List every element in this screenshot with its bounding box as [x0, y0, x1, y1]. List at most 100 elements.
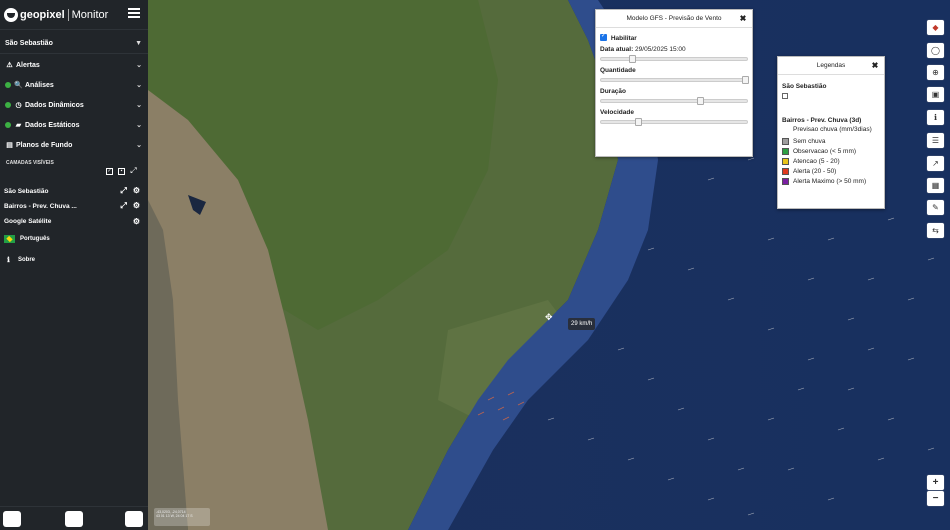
search-icon: 🔍 — [14, 82, 23, 89]
coordinate-dms: 43 01 13 W, 24 04 17 S — [156, 514, 193, 518]
sidebar: geopixel Monitor São Sebastião ▼ ⚠ Alert… — [0, 0, 148, 530]
list-icon[interactable]: ☰ — [927, 133, 944, 148]
quantity-slider[interactable] — [600, 76, 749, 84]
legend-swatch — [782, 147, 789, 155]
chevron-down-icon: ⌄ — [136, 142, 142, 149]
route-icon[interactable]: ⇆ — [927, 223, 944, 238]
brand: geopixel Monitor — [0, 0, 148, 30]
legend-item: Alerta Maximo (> 50 mm) — [782, 176, 880, 186]
folder-icon: ▰ — [15, 122, 22, 129]
select-icon[interactable]: ◯ — [927, 43, 944, 58]
current-date: Data atual: 29/05/2025 15:00 — [600, 46, 748, 53]
language-label: Português — [20, 236, 50, 242]
gear-icon[interactable]: ⚙ — [133, 186, 140, 196]
sidebar-item-analises[interactable]: 🔍 Análises ⌄ — [0, 77, 148, 93]
shapes-icon[interactable]: ◆ — [927, 20, 944, 35]
panel-header[interactable]: Modelo GFS - Previsão de Vento ✖ — [596, 10, 752, 28]
slider-handle[interactable] — [629, 55, 636, 63]
duration-slider[interactable] — [600, 97, 748, 105]
location-selector[interactable]: São Sebastião ▼ — [0, 35, 148, 51]
info-icon[interactable]: ℹ — [927, 110, 944, 125]
legend-swatch — [782, 137, 789, 145]
hamburger-menu-icon[interactable] — [128, 8, 140, 18]
image-icon[interactable]: ▣ — [927, 87, 944, 102]
sidebar-item-dados-estaticos[interactable]: ▰ Dados Estáticos ⌄ — [0, 117, 148, 133]
sidebar-item-alertas[interactable]: ⚠ Alertas ⌄ — [0, 57, 148, 73]
legend-item-label: Alerta Maximo (> 50 mm) — [793, 177, 867, 185]
zoom-extent-icon[interactable]: ⤢ — [120, 201, 126, 211]
visible-layers-tools: ✓ ▪ ⤢ — [106, 167, 137, 175]
chevron-down-icon: ⌄ — [136, 62, 142, 69]
legend-item-label: Atencao (5 - 20) — [793, 157, 840, 165]
legend-item-label: Observacao (< 5 mm) — [793, 147, 857, 155]
about-label: Sobre — [18, 257, 36, 263]
about-link[interactable]: ℹ Sobre — [4, 254, 144, 266]
quantity-label: Quantidade — [600, 67, 636, 74]
move-cursor-icon: ✥ — [545, 312, 553, 322]
gear-icon[interactable]: ⚙ — [133, 217, 140, 226]
layer-label: São Sebastião — [4, 187, 49, 195]
zoom-out-button[interactable]: − — [927, 491, 944, 506]
sidebar-item-planos-de-fundo[interactable]: ▤ Planos de Fundo ⌄ — [0, 137, 148, 153]
layer-item[interactable]: São Sebastião ⤢ ⚙ — [4, 185, 144, 197]
chart-icon[interactable]: ↗ — [927, 156, 944, 171]
brand-separator — [67, 8, 69, 21]
date-label: Data atual: — [600, 46, 634, 53]
legend-swatch — [782, 177, 789, 185]
zoom-extent-icon[interactable]: ⤢ — [120, 186, 126, 196]
wind-speed-tooltip: 29 km/h — [568, 318, 596, 330]
legend-toggle-icon[interactable]: ▪ — [118, 168, 125, 175]
legend-item: Sem chuva — [782, 136, 880, 146]
layer-label: Google Satélite — [4, 217, 52, 225]
table-icon[interactable]: ▦ — [927, 178, 944, 193]
date-slider[interactable] — [600, 55, 748, 63]
legend-subtitle: Previsao chuva (mm/3dias) — [793, 126, 872, 133]
measure-icon[interactable]: ✎ — [927, 200, 944, 215]
enable-checkbox-row[interactable]: Habilitar — [600, 32, 748, 42]
layer-item[interactable]: Google Satélite ⚙ — [4, 215, 144, 227]
slider-handle[interactable] — [742, 76, 749, 84]
speed-label: Velocidade — [600, 109, 634, 116]
panel-title: Legendas — [816, 62, 846, 69]
legend-group-title: Bairros - Prev. Chuva (3d) — [782, 117, 862, 124]
legend-item: Observacao (< 5 mm) — [782, 146, 880, 156]
sidebar-item-label: Planos de Fundo — [16, 141, 73, 149]
sidebar-item-label: Alertas — [16, 61, 40, 69]
panel-title: Modelo GFS - Previsão de Vento — [626, 15, 722, 22]
enable-label: Habilitar — [610, 35, 637, 42]
slider-handle[interactable] — [635, 118, 642, 126]
visible-layers-title: CAMADAS VISÍVEIS — [6, 160, 54, 166]
check-all-icon[interactable]: ✓ — [106, 168, 113, 175]
panel-header[interactable]: Legendas ✖ — [778, 57, 884, 75]
date-value: 29/05/2025 15:00 — [635, 46, 686, 53]
speed-slider[interactable] — [600, 118, 748, 126]
chevron-down-icon: ▼ — [135, 39, 142, 47]
status-dot — [5, 102, 11, 108]
location-label: São Sebastião — [5, 39, 53, 47]
chevron-down-icon: ⌄ — [136, 122, 142, 129]
partner-logo-icon[interactable] — [65, 511, 83, 527]
duration-label: Duração — [600, 88, 627, 95]
coordinate-readout: -43,0203, -24,0714 43 01 13 W, 24 04 17 … — [154, 508, 210, 526]
expand-icon[interactable]: ⤢ — [130, 167, 137, 175]
partner-logo-icon[interactable] — [125, 511, 143, 527]
zoom-icon[interactable]: ⊕ — [927, 65, 944, 80]
zoom-in-button[interactable]: + — [927, 475, 944, 490]
legend-group-title: São Sebastião — [782, 83, 827, 90]
close-icon[interactable]: ✖ — [738, 14, 748, 24]
enable-checkbox[interactable] — [600, 32, 607, 41]
status-dot — [5, 82, 11, 88]
sidebar-item-dados-dinamicos[interactable]: ◷ Dados Dinâmicos ⌄ — [0, 97, 148, 113]
legend-item-label: Alerta (20 - 50) — [793, 167, 837, 175]
partner-logo-icon[interactable] — [3, 511, 21, 527]
legend-swatch — [782, 157, 789, 165]
sidebar-item-label: Dados Dinâmicos — [25, 101, 84, 109]
language-selector[interactable]: Português — [4, 233, 144, 245]
close-icon[interactable]: ✖ — [870, 61, 880, 71]
gear-icon[interactable]: ⚙ — [133, 201, 140, 211]
layer-item[interactable]: Bairros - Prev. Chuva ... ⤢ ⚙ — [4, 200, 144, 212]
slider-handle[interactable] — [697, 97, 704, 105]
geopixel-logo-icon — [4, 7, 18, 22]
legend-item: Atencao (5 - 20) — [782, 156, 880, 166]
brand-app-name: Monitor — [71, 8, 109, 21]
